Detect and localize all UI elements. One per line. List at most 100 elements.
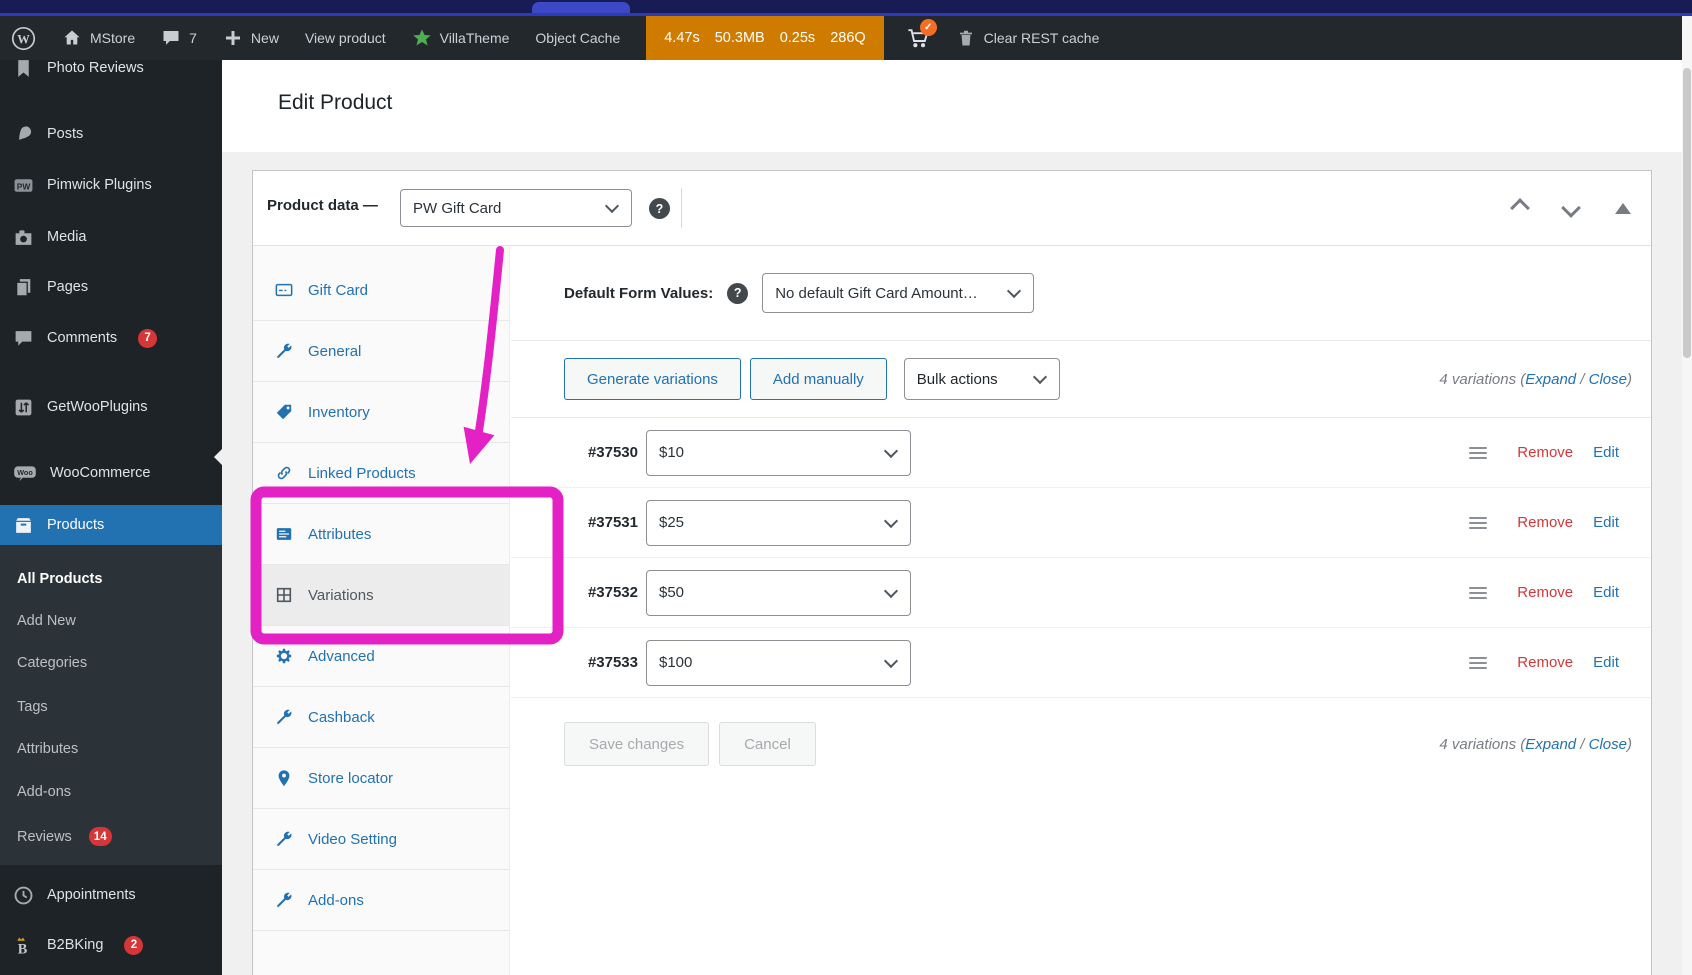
sidebar-item-media[interactable]: Media (0, 213, 222, 261)
product-data-tabs: Gift Card General Inventory Linked Produ… (253, 246, 510, 975)
drag-handle-icon[interactable] (1469, 656, 1488, 669)
edit-variation-link[interactable]: Edit (1593, 654, 1619, 671)
view-product-label: View product (304, 30, 386, 46)
sidebar-item-pages[interactable]: Pages (0, 263, 222, 311)
sidebar-item-getwooplugins[interactable]: GetWooPlugins (0, 383, 222, 431)
cart-menu[interactable]: ✓ (906, 19, 937, 50)
media-icon (15, 229, 32, 245)
scrollbar-thumb[interactable] (1683, 68, 1691, 358)
tab-label: Advanced (308, 647, 375, 665)
tab-label: Add-ons (308, 891, 364, 909)
default-form-values-select[interactable]: No default Gift Card Amount… (762, 273, 1035, 313)
submenu-categories[interactable]: Categories (17, 655, 87, 671)
cancel-button[interactable]: Cancel (719, 722, 816, 766)
submenu-add-ons[interactable]: Add-ons (17, 784, 71, 800)
sidebar-item-comments[interactable]: Comments 7 (0, 314, 222, 362)
move-up-icon[interactable] (1510, 198, 1530, 218)
scrollbar[interactable] (1682, 16, 1692, 975)
close-link[interactable]: Close (1589, 736, 1627, 753)
new-label: New (250, 30, 279, 46)
variation-amount-value: $100 (659, 654, 693, 671)
qm-memory: 50.3MB (714, 30, 765, 46)
tab-label: General (308, 342, 362, 360)
tab-cashback[interactable]: Cashback (253, 687, 509, 748)
add-manually-button[interactable]: Add manually (749, 358, 887, 400)
variation-amount-value: $50 (659, 584, 685, 601)
expand-link[interactable]: Expand (1525, 371, 1576, 388)
variation-amount-select[interactable]: $100 (646, 639, 911, 686)
query-monitor-stats[interactable]: 4.47s 50.3MB 0.25s 286Q (646, 16, 884, 60)
new-content-button[interactable]: New (223, 28, 279, 48)
submenu-add-new[interactable]: Add New (17, 613, 76, 629)
tab-general[interactable]: General (253, 321, 509, 382)
product-type-select[interactable]: PW Gift Card (400, 189, 632, 227)
submenu-tags[interactable]: Tags (17, 699, 48, 715)
move-down-icon[interactable] (1561, 198, 1581, 218)
close-link[interactable]: Close (1589, 371, 1627, 388)
villatheme-menu[interactable]: VillaTheme (412, 28, 510, 48)
remove-variation-link[interactable]: Remove (1517, 654, 1573, 671)
clear-rest-cache-button[interactable]: Clear REST cache (956, 28, 1099, 48)
sidebar-item-woocommerce[interactable]: Woo WooCommerce (0, 449, 222, 497)
sidebar-item-appointments[interactable]: Appointments (0, 871, 222, 919)
tab-variations[interactable]: Variations (253, 565, 509, 626)
toggle-panel-icon[interactable] (1615, 202, 1631, 214)
tab-gift-card[interactable]: Gift Card (253, 260, 509, 321)
variation-amount-value: $10 (659, 444, 685, 461)
comment-bubble-icon (163, 31, 179, 45)
edit-variation-link[interactable]: Edit (1593, 444, 1619, 461)
remove-variation-link[interactable]: Remove (1517, 514, 1573, 531)
edit-variation-link[interactable]: Edit (1593, 514, 1619, 531)
variation-amount-select[interactable]: $10 (646, 429, 911, 476)
sidebar-item-label: Pages (47, 279, 89, 295)
admin-bar-comments[interactable]: 7 (161, 28, 197, 48)
sidebar-item-b2bking[interactable]: B B2BKing 2 (0, 921, 222, 969)
variation-amount-select[interactable]: $25 (646, 499, 911, 546)
submenu-label: All Products (17, 571, 103, 587)
default-form-values-help-icon[interactable]: ? (727, 282, 749, 304)
edit-variation-link[interactable]: Edit (1593, 584, 1619, 601)
tab-video-setting[interactable]: Video Setting (253, 809, 509, 870)
sidebar-item-pimwick-plugins[interactable]: PW Pimwick Plugins (0, 161, 222, 209)
summary-suffix: ) (1627, 735, 1632, 753)
drag-handle-icon[interactable] (1469, 516, 1488, 529)
svg-text:B: B (18, 941, 28, 955)
wordpress-logo-icon: W (11, 26, 36, 50)
drag-handle-icon[interactable] (1469, 446, 1488, 459)
object-cache-menu[interactable]: Object Cache (535, 30, 620, 46)
drag-handle-icon[interactable] (1469, 586, 1488, 599)
summary-suffix: ) (1627, 370, 1632, 388)
remove-variation-link[interactable]: Remove (1517, 444, 1573, 461)
sidebar-item-photo-reviews[interactable]: Photo Reviews (0, 60, 222, 92)
generate-variations-button[interactable]: Generate variations (564, 358, 741, 400)
sidebar-item-label: Pimwick Plugins (47, 177, 152, 193)
tab-inventory[interactable]: Inventory (253, 382, 509, 443)
villatheme-label: VillaTheme (439, 30, 510, 46)
tab-add-ons[interactable]: Add-ons (253, 870, 509, 931)
cart-badge-check-icon: ✓ (919, 19, 937, 36)
summary-text: 4 variations ( (1439, 370, 1526, 388)
view-product-link[interactable]: View product (305, 30, 386, 46)
sidebar-item-products[interactable]: Products (0, 505, 222, 545)
page-title: Edit Product (278, 91, 393, 114)
submenu-reviews[interactable]: Reviews 14 (17, 827, 112, 846)
variation-amount-select[interactable]: $50 (646, 569, 911, 616)
tab-label: Linked Products (308, 464, 416, 482)
tab-label: Video Setting (308, 830, 397, 848)
site-link[interactable]: MStore (62, 28, 135, 48)
product-data-panel: Product data — PW Gift Card ? Gift Card … (252, 170, 1652, 975)
product-type-help-icon[interactable]: ? (649, 198, 670, 219)
remove-variation-link[interactable]: Remove (1517, 584, 1573, 601)
tab-attributes[interactable]: Attributes (253, 504, 509, 565)
expand-link[interactable]: Expand (1525, 736, 1576, 753)
submenu-attributes[interactable]: Attributes (17, 741, 78, 757)
tab-store-locator[interactable]: Store locator (253, 748, 509, 809)
tab-linked-products[interactable]: Linked Products (253, 443, 509, 504)
submenu-all-products[interactable]: All Products (17, 571, 102, 587)
plus-icon (225, 31, 240, 45)
sidebar-item-posts[interactable]: Posts (0, 110, 222, 158)
wordpress-menu[interactable]: W (11, 26, 36, 51)
tab-advanced[interactable]: Advanced (253, 626, 509, 687)
save-changes-button[interactable]: Save changes (564, 722, 710, 766)
bulk-actions-select[interactable]: Bulk actions (903, 358, 1060, 400)
